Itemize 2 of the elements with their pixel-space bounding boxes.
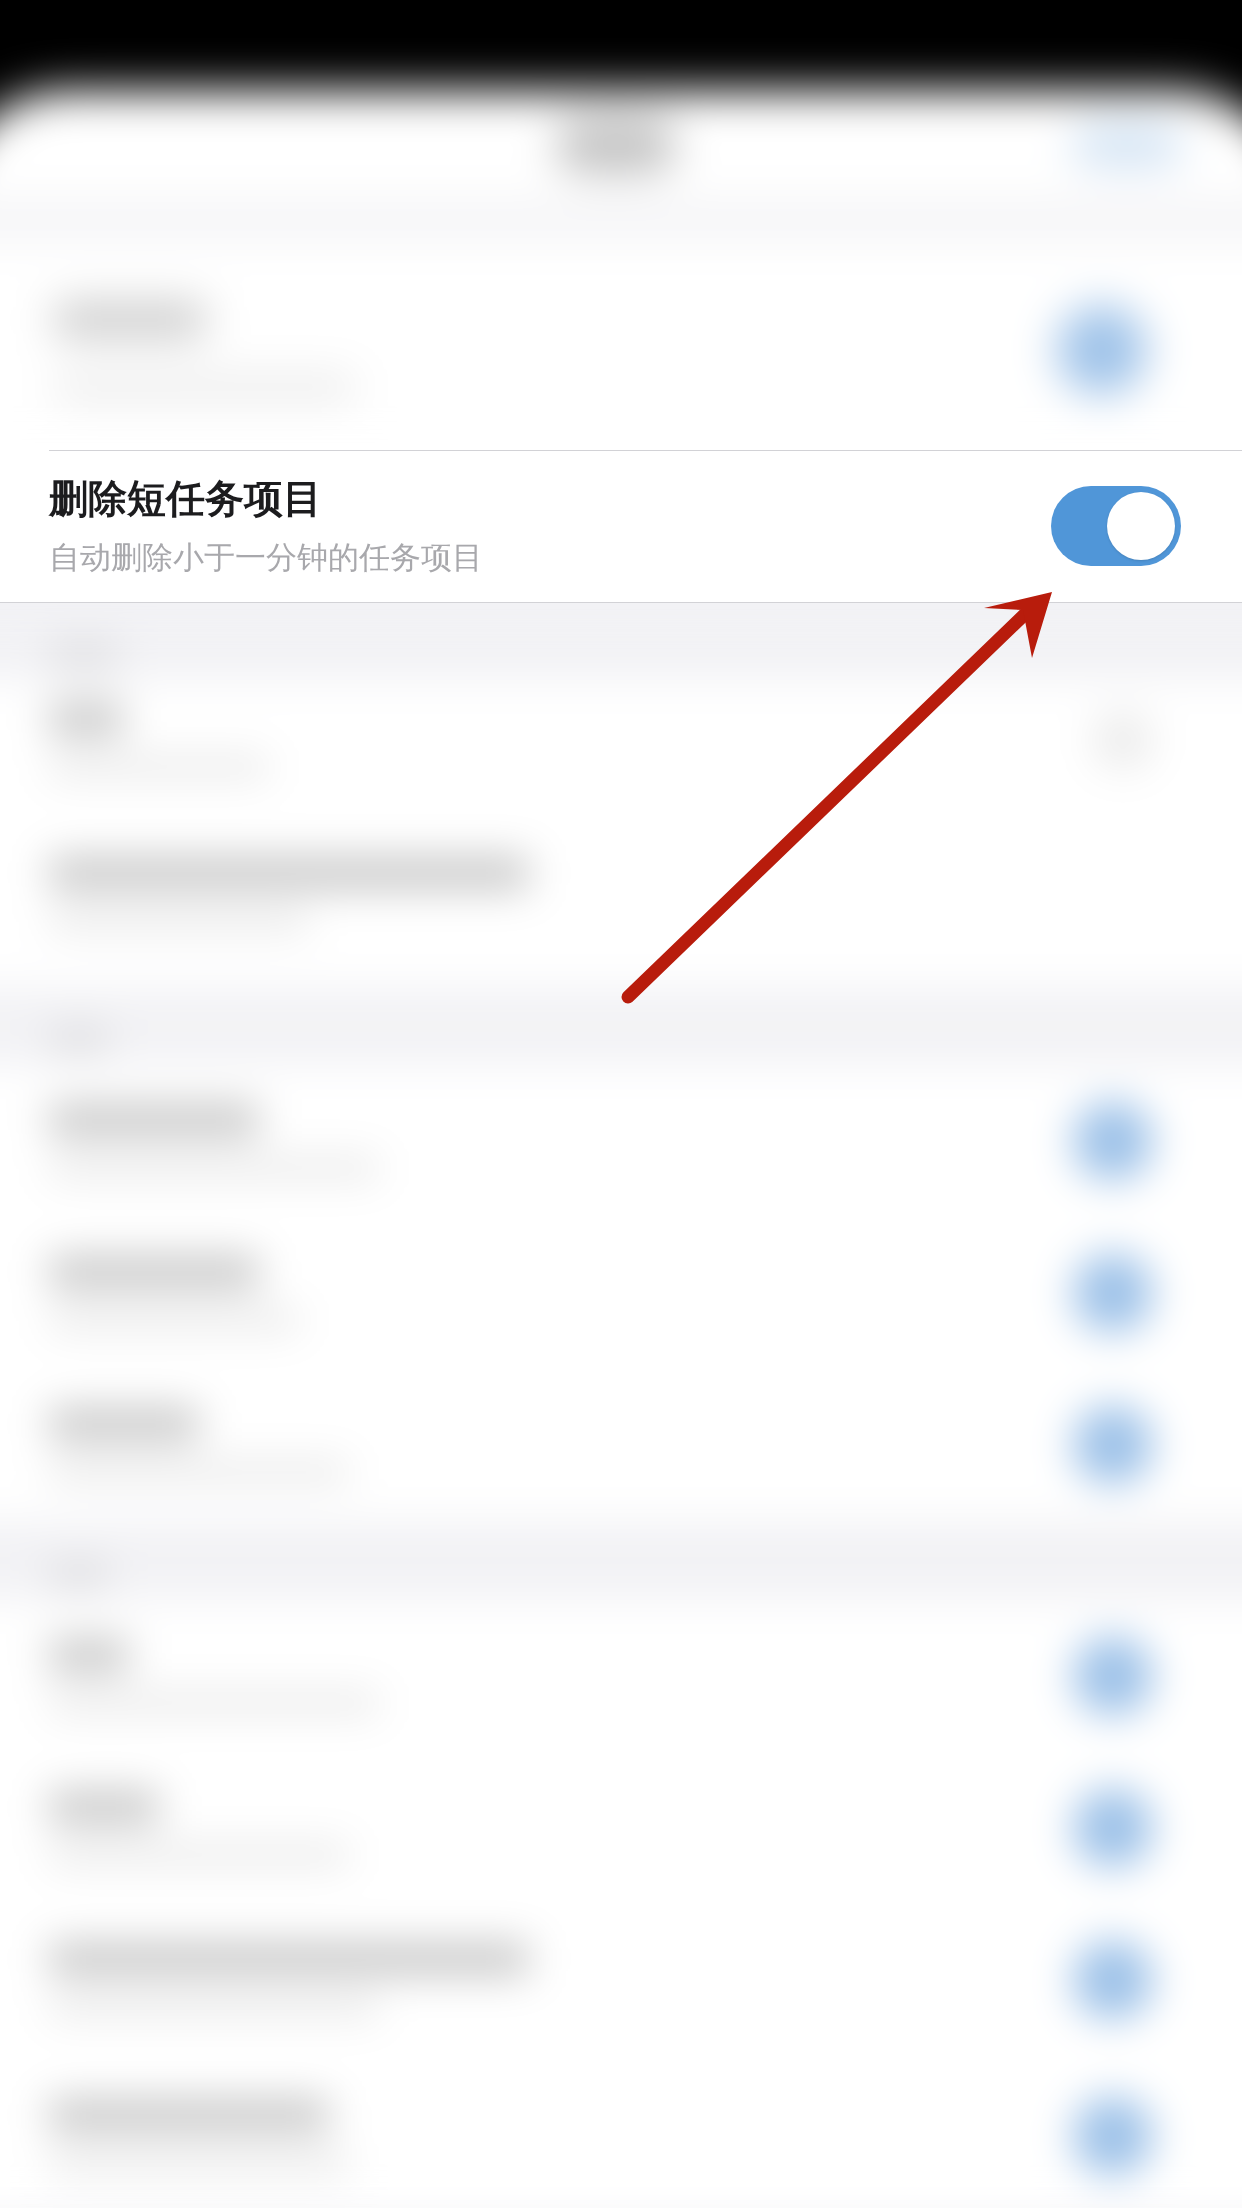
setting-title: 删除短任务项目 — [49, 476, 323, 522]
setting-description: 自动删除小于一分钟的任务项目 — [49, 538, 483, 576]
